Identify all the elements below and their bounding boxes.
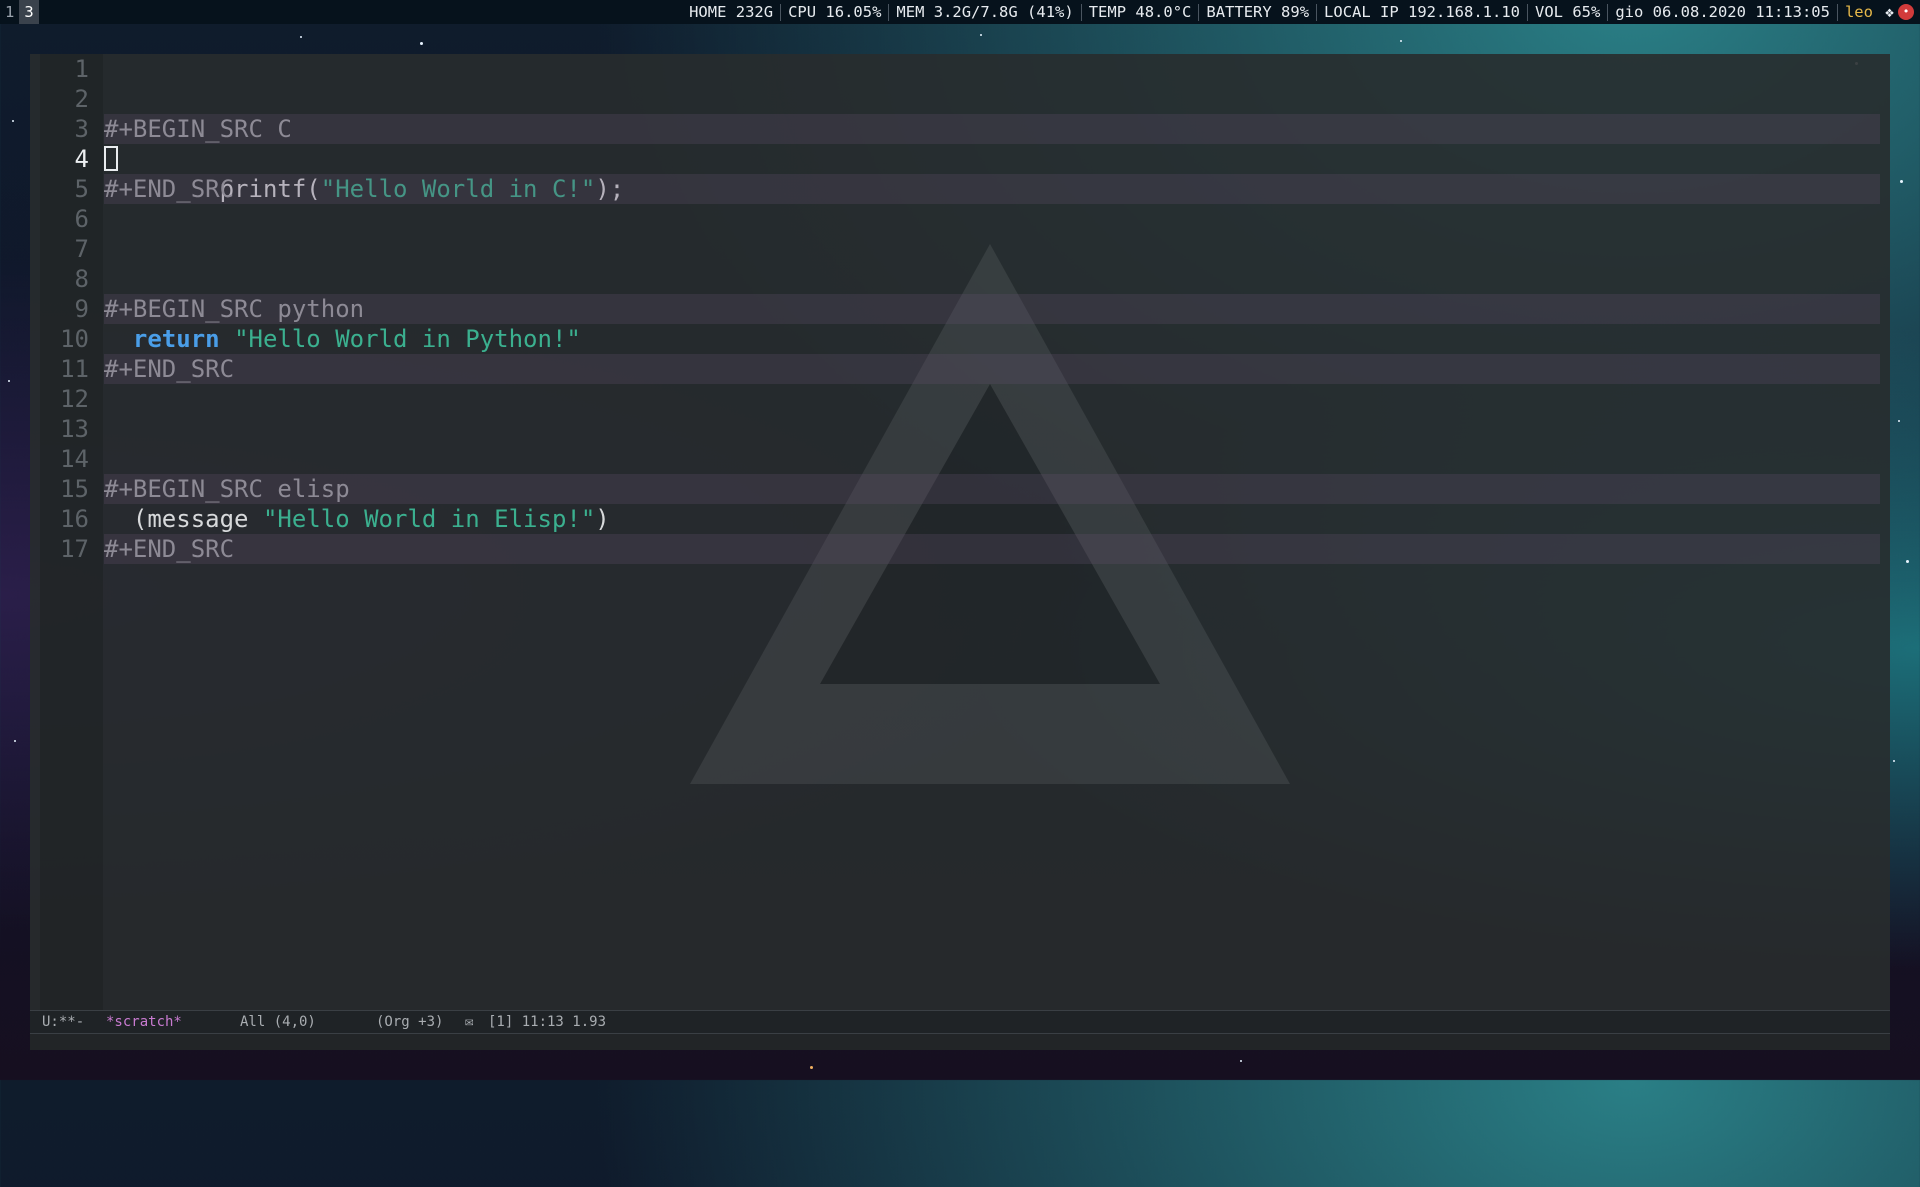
code-line-python[interactable]: return "Hello World in Python!" xyxy=(104,324,1880,354)
system-tray: ❖ • xyxy=(1885,0,1920,24)
workspace-1[interactable]: 1 xyxy=(0,0,19,24)
line-number: 12 xyxy=(60,385,89,413)
line-number: 15 xyxy=(60,475,89,503)
temp-status: TEMP 48.0°C xyxy=(1088,3,1192,21)
src-block-end[interactable]: #+END_SRC xyxy=(104,534,1880,564)
line-number: 17 xyxy=(60,535,89,563)
src-block-begin-c[interactable]: #+BEGIN_SRC C xyxy=(104,114,1880,144)
minibuffer[interactable] xyxy=(30,1034,1890,1050)
line-number-gutter: 1 2 3 4 5 6 7 8 9 10 11 12 13 14 15 16 1… xyxy=(40,54,103,1010)
home-disk-status: HOME 232G xyxy=(689,3,774,21)
mail-icon: ✉ xyxy=(465,1014,474,1030)
battery-status: BATTERY 89% xyxy=(1206,3,1310,21)
src-block-begin-elisp[interactable]: #+BEGIN_SRC elisp xyxy=(104,474,1880,504)
line-number: 6 xyxy=(74,205,89,233)
line-number: 10 xyxy=(60,325,89,353)
python-string: "Hello World in Python!" xyxy=(234,325,581,353)
buffer-name[interactable]: *scratch* xyxy=(106,1011,182,1033)
line-number: 2 xyxy=(74,85,89,113)
buffer-state: U:**- xyxy=(42,1014,85,1030)
buffer-position: All (4,0) xyxy=(240,1014,316,1030)
top-status-bar: 1 3 HOME 232G CPU 16.05% MEM 3.2G/7.8G (… xyxy=(0,0,1920,24)
elisp-string: "Hello World in Elisp!" xyxy=(262,505,596,533)
username: leo xyxy=(1844,3,1873,21)
dropbox-icon[interactable]: ❖ xyxy=(1885,0,1894,24)
ip-status: LOCAL IP 192.168.1.10 xyxy=(1324,3,1520,21)
emacs-frame: 1 2 3 4 5 6 7 8 9 10 11 12 13 14 15 16 1… xyxy=(30,54,1890,1050)
text-cursor xyxy=(104,146,118,171)
line-number: 16 xyxy=(60,505,89,533)
volume-status: VOL 65% xyxy=(1535,3,1601,21)
src-block-end[interactable]: #+END_SRC xyxy=(104,354,1880,384)
line-number: 14 xyxy=(60,445,89,473)
mem-status: MEM 3.2G/7.8G (41%) xyxy=(896,3,1074,21)
major-mode[interactable]: (Org +3) xyxy=(376,1011,443,1033)
code-line-elisp[interactable]: (message "Hello World in Elisp!") xyxy=(104,504,1880,534)
line-number: 1 xyxy=(74,55,89,83)
line-number: 3 xyxy=(74,115,89,143)
code-line-c[interactable]: printf("Hello World in C!"); xyxy=(104,144,1880,203)
red-circle-icon[interactable]: • xyxy=(1898,4,1914,20)
modeline-extra: [1] 11:13 1.93 xyxy=(488,1014,607,1030)
line-number: 11 xyxy=(60,355,89,383)
elisp-code-end: ) xyxy=(595,505,610,533)
current-line-number: 4 xyxy=(74,145,89,173)
mode-line: U:**- *scratch* All (4,0) (Org +3) ✉ [1]… xyxy=(30,1010,1890,1034)
workspace-3[interactable]: 3 xyxy=(19,0,39,24)
status-items: HOME 232G CPU 16.05% MEM 3.2G/7.8G (41%)… xyxy=(682,0,1920,24)
src-block-end[interactable]: #+END_SRC xyxy=(104,174,1880,204)
elisp-code-text: (message xyxy=(132,505,263,533)
datetime: gio 06.08.2020 11:13:05 xyxy=(1615,3,1830,21)
line-number: 5 xyxy=(74,175,89,203)
cpu-status: CPU 16.05% xyxy=(788,3,882,21)
src-block-begin-python[interactable]: #+BEGIN_SRC python xyxy=(104,294,1880,324)
line-number: 7 xyxy=(74,235,89,263)
python-keyword: return xyxy=(132,325,220,353)
line-number: 9 xyxy=(74,295,89,323)
line-number: 8 xyxy=(74,265,89,293)
line-number: 13 xyxy=(60,415,89,443)
